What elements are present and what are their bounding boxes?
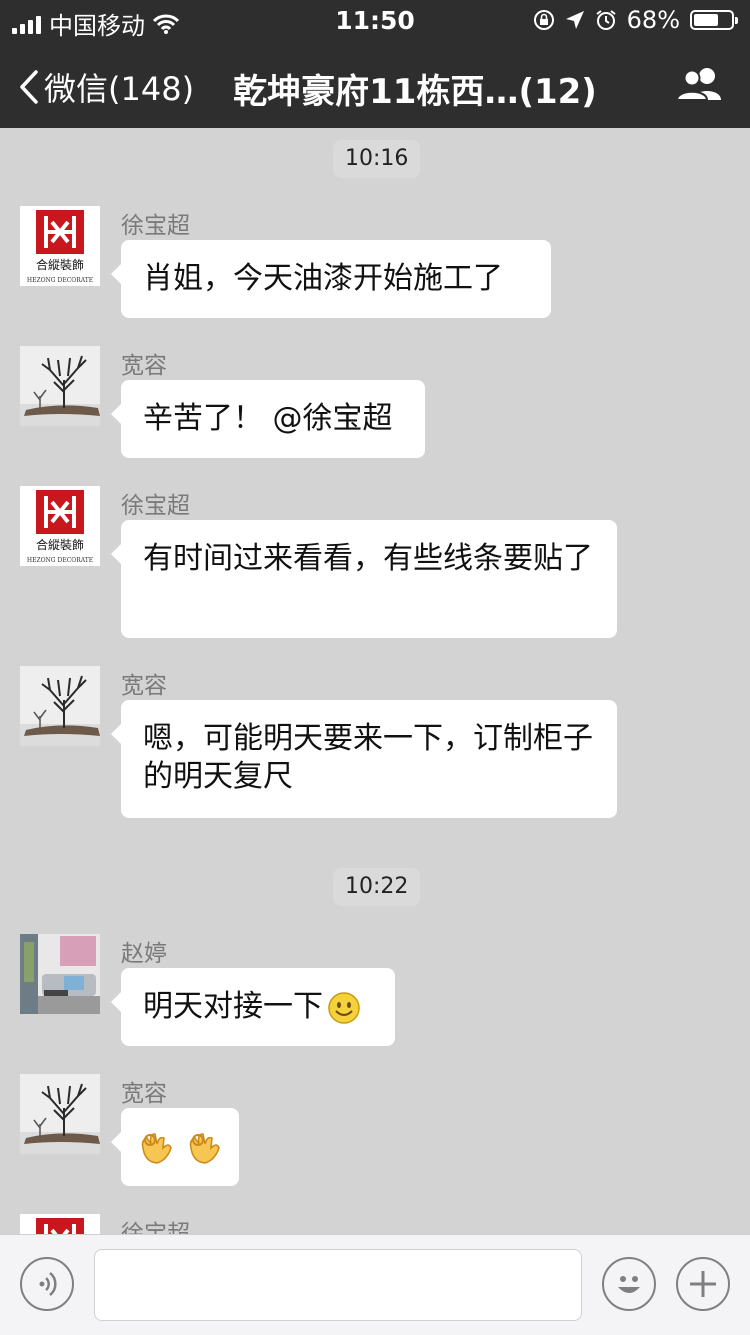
avatar-xubaochao[interactable]: 合縱裝飾 HEZONG DECORATE <box>20 206 100 286</box>
tree-avatar-image <box>20 346 100 426</box>
nav-bar: 微信(148) 乾坤豪府11栋西…(12) <box>0 40 750 128</box>
sender-name: 宽容 <box>121 1081 167 1107</box>
timestamp: 10:22 <box>333 868 421 906</box>
sender-name: 徐宝超 <box>121 493 190 519</box>
voice-icon <box>39 1272 57 1296</box>
status-bar: 中国移动 11:50 68% <box>0 0 750 40</box>
back-button[interactable]: 微信(148) <box>18 64 194 110</box>
avatar-xubaochao[interactable] <box>20 1214 100 1234</box>
group-members-icon[interactable] <box>676 66 724 102</box>
ok-hand-emoji-icon <box>189 1133 220 1164</box>
avatar-xubaochao[interactable]: 合縱裝飾 HEZONG DECORATE <box>20 486 100 566</box>
sender-name: 赵婷 <box>121 941 167 967</box>
message-bubble[interactable]: 嗯，可能明天要来一下，订制柜子的明天复尺 <box>111 700 617 818</box>
battery-percent: 68% <box>626 6 680 34</box>
chat-area[interactable]: 10:16 合縱裝飾 HEZONG DECORATE 徐宝超 肖姐，今天油漆开始… <box>0 128 750 1234</box>
sender-name: 宽容 <box>121 673 167 699</box>
rotation-lock-icon <box>533 10 554 30</box>
message-bubble[interactable] <box>111 1108 239 1186</box>
timestamp: 10:16 <box>333 140 421 178</box>
back-label: 微信(148) <box>44 70 195 108</box>
sender-name: 宽容 <box>121 353 167 379</box>
logo-en-text: HEZONG DECORATE <box>27 277 93 284</box>
battery-icon <box>690 10 738 30</box>
emoji-button[interactable] <box>602 1257 656 1311</box>
ok-hand-emoji-icon <box>141 1133 172 1164</box>
alarm-icon <box>596 10 616 30</box>
avatar-kuanrong[interactable] <box>20 346 100 426</box>
smiley-icon <box>618 1276 640 1293</box>
tree-avatar-image <box>20 666 100 746</box>
plus-icon <box>690 1271 716 1297</box>
logo-en-text: HEZONG DECORATE <box>27 557 93 564</box>
message-text: 明天对接一下 <box>143 989 323 1024</box>
voice-toggle-button[interactable] <box>20 1257 74 1311</box>
location-icon <box>565 11 584 29</box>
chevron-left-icon <box>20 70 38 104</box>
page-title: 乾坤豪府11栋西…(12) <box>233 72 597 112</box>
top-bar: 中国移动 11:50 68% 微信(148) 乾坤豪府11栋西…(12) <box>0 0 750 128</box>
message-input[interactable] <box>94 1249 582 1321</box>
living-room-avatar-image <box>20 934 100 1014</box>
hezong-logo: 合縱裝飾 HEZONG DECORATE <box>20 206 100 286</box>
message-bubble[interactable]: 有时间过来看看，有些线条要贴了 <box>111 520 617 638</box>
avatar-kuanrong[interactable] <box>20 1074 100 1154</box>
logo-cn-text: 合縱裝飾 <box>36 257 84 272</box>
tree-avatar-image <box>20 1074 100 1154</box>
message-bubble[interactable]: 肖姐，今天油漆开始施工了 <box>111 240 551 318</box>
more-button[interactable] <box>676 1257 730 1311</box>
hezong-logo <box>20 1214 100 1234</box>
logo-cn-text: 合縱裝飾 <box>36 537 84 552</box>
avatar-kuanrong[interactable] <box>20 666 100 746</box>
message-bubble[interactable]: 明天对接一下 <box>111 968 395 1046</box>
smile-emoji-icon <box>328 991 360 1024</box>
message-bubble[interactable]: 辛苦了！ @徐宝超 <box>111 380 425 458</box>
avatar-zhaoting[interactable] <box>20 934 100 1014</box>
input-bar <box>0 1234 750 1335</box>
sender-name: 徐宝超 <box>121 213 190 239</box>
hezong-logo: 合縱裝飾 HEZONG DECORATE <box>20 486 100 566</box>
sender-name: 徐宝超 <box>121 1221 190 1234</box>
